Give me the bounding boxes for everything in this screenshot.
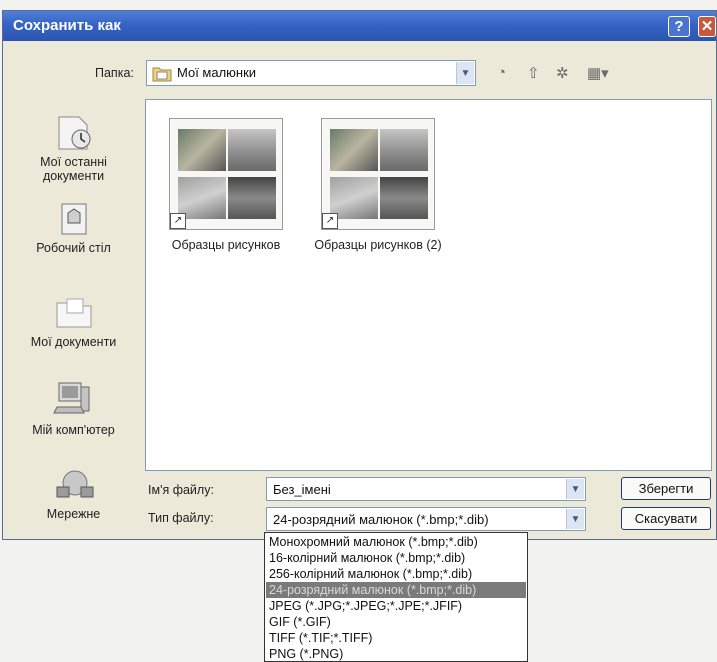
view-menu-icon[interactable]: ▦▾ bbox=[587, 64, 609, 82]
save-as-dialog: Сохранить как ? ✕ Папка: Мої малюнки ▼ ◔… bbox=[2, 10, 717, 540]
help-button[interactable]: ? bbox=[668, 16, 690, 37]
dropdown-option[interactable]: 16-колірний малюнок (*.bmp;*.dib) bbox=[269, 550, 465, 566]
dropdown-option[interactable]: 256-колірний малюнок (*.bmp;*.dib) bbox=[269, 566, 472, 582]
my-computer-icon bbox=[52, 382, 89, 414]
file-item[interactable]: ↗ Образцы рисунков bbox=[146, 118, 306, 252]
folder-thumbnail: ↗ bbox=[169, 118, 283, 230]
place-my-computer[interactable]: Мій комп'ютер bbox=[11, 379, 136, 437]
dialog-title: Сохранить как bbox=[13, 17, 121, 34]
back-icon[interactable]: ◔ bbox=[497, 64, 506, 81]
desktop-icon bbox=[61, 203, 86, 235]
shortcut-arrow-icon: ↗ bbox=[170, 213, 186, 229]
file-name: Образцы рисунков bbox=[171, 238, 281, 252]
folder-select[interactable]: Мої малюнки ▼ bbox=[146, 60, 476, 86]
filetype-select[interactable]: 24-розрядний малюнок (*.bmp;*.dib) ▼ bbox=[266, 507, 586, 531]
new-folder-icon[interactable]: ✲ bbox=[556, 64, 569, 82]
place-desktop-label: Робочий стіл bbox=[36, 241, 111, 255]
places-bar: Мої останні документи Робочий стіл Мої д… bbox=[11, 101, 136, 521]
filename-label: Ім'я файлу: bbox=[148, 483, 214, 497]
folder-value: Мої малюнки bbox=[177, 65, 257, 80]
place-network-label: Мережне bbox=[46, 507, 101, 521]
place-recent-documents[interactable]: Мої останні документи bbox=[11, 111, 136, 183]
dropdown-option[interactable]: GIF (*.GIF) bbox=[269, 614, 331, 630]
filetype-dropdown-list[interactable]: Монохромний малюнок (*.bmp;*.dib) 16-кол… bbox=[264, 532, 528, 662]
filename-value: Без_імені bbox=[273, 482, 331, 497]
folder-label: Папка: bbox=[95, 66, 134, 80]
folder-thumbnail: ↗ bbox=[321, 118, 435, 230]
chevron-down-icon[interactable]: ▼ bbox=[566, 509, 584, 529]
save-button[interactable]: Зберегти bbox=[621, 477, 711, 500]
file-list-pane[interactable]: ↗ Образцы рисунков ↗ Образцы рисунков (2… bbox=[145, 99, 712, 471]
close-button[interactable]: ✕ bbox=[698, 16, 716, 37]
my-documents-icon bbox=[56, 298, 91, 328]
dropdown-option[interactable]: TIFF (*.TIF;*.TIFF) bbox=[269, 630, 372, 646]
place-recent-documents-label: Мої останні документи bbox=[40, 155, 107, 183]
place-my-documents[interactable]: Мої документи bbox=[11, 291, 136, 349]
file-name: Образцы рисунков (2) bbox=[314, 238, 442, 252]
title-bar[interactable]: Сохранить как ? ✕ bbox=[3, 11, 716, 41]
place-my-computer-label: Мій комп'ютер bbox=[32, 423, 115, 437]
up-folder-icon[interactable]: ⇧ bbox=[527, 64, 540, 82]
filetype-label: Тип файлу: bbox=[148, 511, 214, 525]
recent-documents-icon bbox=[58, 116, 90, 150]
filename-input[interactable]: Без_імені ▼ bbox=[266, 477, 586, 501]
file-item[interactable]: ↗ Образцы рисунков (2) bbox=[298, 118, 458, 252]
chevron-down-icon[interactable]: ▼ bbox=[566, 479, 584, 499]
dropdown-option-selected[interactable]: 24-розрядний малюнок (*.bmp;*.dib) bbox=[266, 582, 526, 598]
dropdown-option[interactable]: Монохромний малюнок (*.bmp;*.dib) bbox=[269, 534, 478, 550]
chevron-down-icon[interactable]: ▼ bbox=[456, 62, 474, 84]
filetype-value: 24-розрядний малюнок (*.bmp;*.dib) bbox=[273, 512, 489, 527]
cancel-button[interactable]: Скасувати bbox=[621, 507, 711, 530]
place-network[interactable]: Мережне bbox=[11, 467, 136, 521]
dropdown-option[interactable]: PNG (*.PNG) bbox=[269, 646, 343, 662]
place-desktop[interactable]: Робочий стіл bbox=[11, 201, 136, 255]
place-my-documents-label: Мої документи bbox=[30, 335, 117, 349]
dropdown-option[interactable]: JPEG (*.JPG;*.JPEG;*.JPE;*.JFIF) bbox=[269, 598, 462, 614]
network-icon bbox=[56, 470, 93, 498]
shortcut-arrow-icon: ↗ bbox=[322, 213, 338, 229]
folder-icon bbox=[152, 67, 172, 82]
